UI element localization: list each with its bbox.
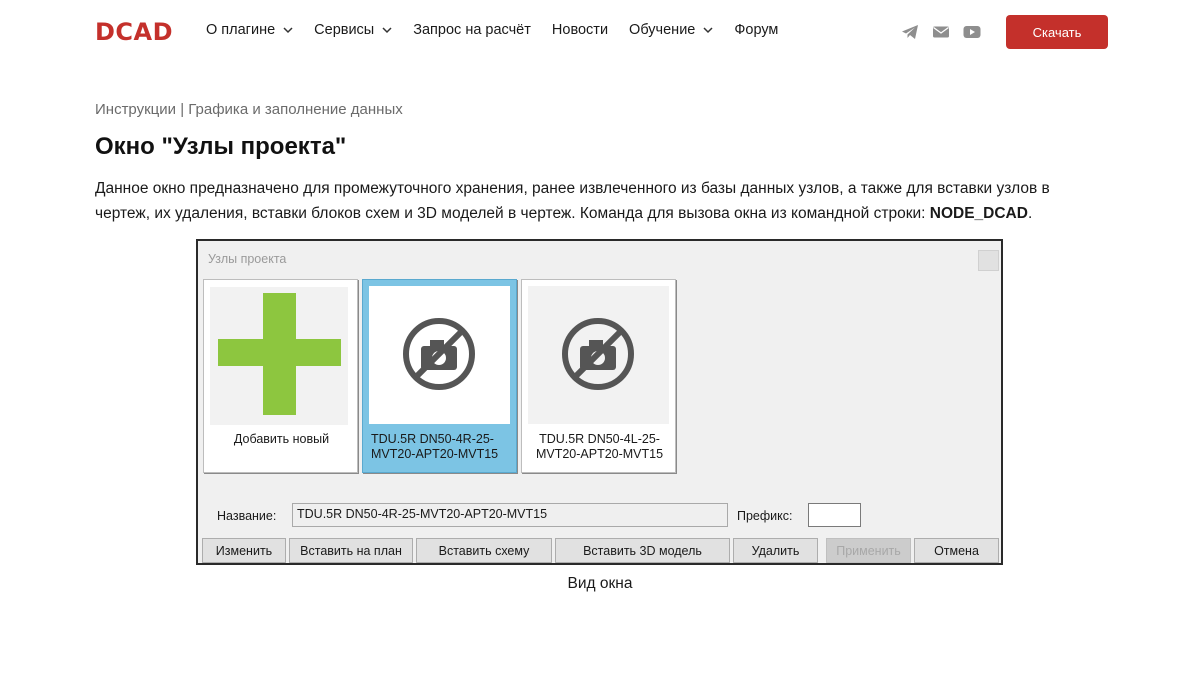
tile-image <box>528 286 669 424</box>
page-title: Окно "Узлы проекта" <box>95 133 347 160</box>
youtube-icon[interactable] <box>963 24 981 40</box>
insert-scheme-button: Вставить схему <box>416 538 552 563</box>
nav-item-forum[interactable]: Форум <box>734 22 778 38</box>
no-photo-icon <box>403 318 475 390</box>
mail-icon[interactable] <box>932 24 950 40</box>
site-header: DCAD О плагине Сервисы Запрос на расчёт … <box>0 0 1200 64</box>
name-label: Название: <box>217 509 277 523</box>
telegram-icon[interactable] <box>901 24 919 40</box>
tile-node: TDU.5R DN50-4L-25-MVT20-APT20-MVT15 <box>521 279 676 473</box>
edit-button: Изменить <box>202 538 286 563</box>
page-description: Данное окно предназначено для промежуточ… <box>95 177 1105 226</box>
social-links <box>901 24 981 40</box>
chevron-down-icon <box>382 27 392 34</box>
tile-image <box>369 286 510 424</box>
chevron-down-icon <box>283 27 293 34</box>
plus-icon <box>210 287 348 425</box>
nav-item-label: Сервисы <box>314 22 375 38</box>
nav-item-label: Запрос на расчёт <box>413 22 531 38</box>
nav-item-label: О плагине <box>206 22 276 38</box>
tile-node-selected: TDU.5R DN50-4R-25-MVT20-APT20-MVT15 <box>362 279 517 473</box>
insert-on-plan-button: Вставить на план <box>289 538 413 563</box>
nav-item-services[interactable]: Сервисы <box>314 22 392 38</box>
description-end: . <box>1027 204 1033 222</box>
image-caption: Вид окна <box>567 575 633 592</box>
name-field: TDU.5R DN50-4R-25-MVT20-APT20-MVT15 <box>292 503 728 527</box>
delete-button: Удалить <box>733 538 818 563</box>
nav-item-about[interactable]: О плагине <box>206 22 293 38</box>
prefix-label: Префикс: <box>737 509 793 523</box>
node-tiles: Добавить новый TDU.5R DN50-4R-25-MVT20-A… <box>201 277 1000 479</box>
window-close-button <box>978 250 999 271</box>
nav-item-label: Обучение <box>629 22 696 38</box>
tile-add-new: Добавить новый <box>203 279 358 473</box>
main-nav: О плагине Сервисы Запрос на расчёт Новос… <box>206 22 799 38</box>
logo[interactable]: DCAD <box>95 18 173 46</box>
apply-button: Применить <box>826 538 911 563</box>
nav-item-news[interactable]: Новости <box>552 22 608 38</box>
download-button[interactable]: Скачать <box>1006 15 1108 49</box>
cancel-button: Отмена <box>914 538 999 563</box>
chevron-down-icon <box>703 27 713 34</box>
nav-item-request[interactable]: Запрос на расчёт <box>413 22 531 38</box>
project-nodes-window-image: Узлы проекта Добавить новый TDU.5R DN50-… <box>196 239 1003 565</box>
no-photo-icon <box>562 318 634 390</box>
nav-item-label: Новости <box>551 22 609 38</box>
nav-item-label: Форум <box>734 22 779 38</box>
window-title: Узлы проекта <box>208 252 287 266</box>
nav-item-learning[interactable]: Обучение <box>629 22 713 38</box>
tile-label: TDU.5R DN50-4R-25-MVT20-APT20-MVT15 <box>371 432 499 461</box>
prefix-field <box>808 503 861 527</box>
command-name: NODE_DCAD <box>929 204 1028 222</box>
tile-label: Добавить новый <box>233 432 330 446</box>
description-text: Данное окно предназначено для промежуточ… <box>95 180 1050 222</box>
tile-label: TDU.5R DN50-4L-25-MVT20-APT20-MVT15 <box>535 432 664 461</box>
breadcrumb[interactable]: Инструкции | Графика и заполнение данных <box>95 101 403 118</box>
insert-3d-model-button: Вставить 3D модель <box>555 538 730 563</box>
